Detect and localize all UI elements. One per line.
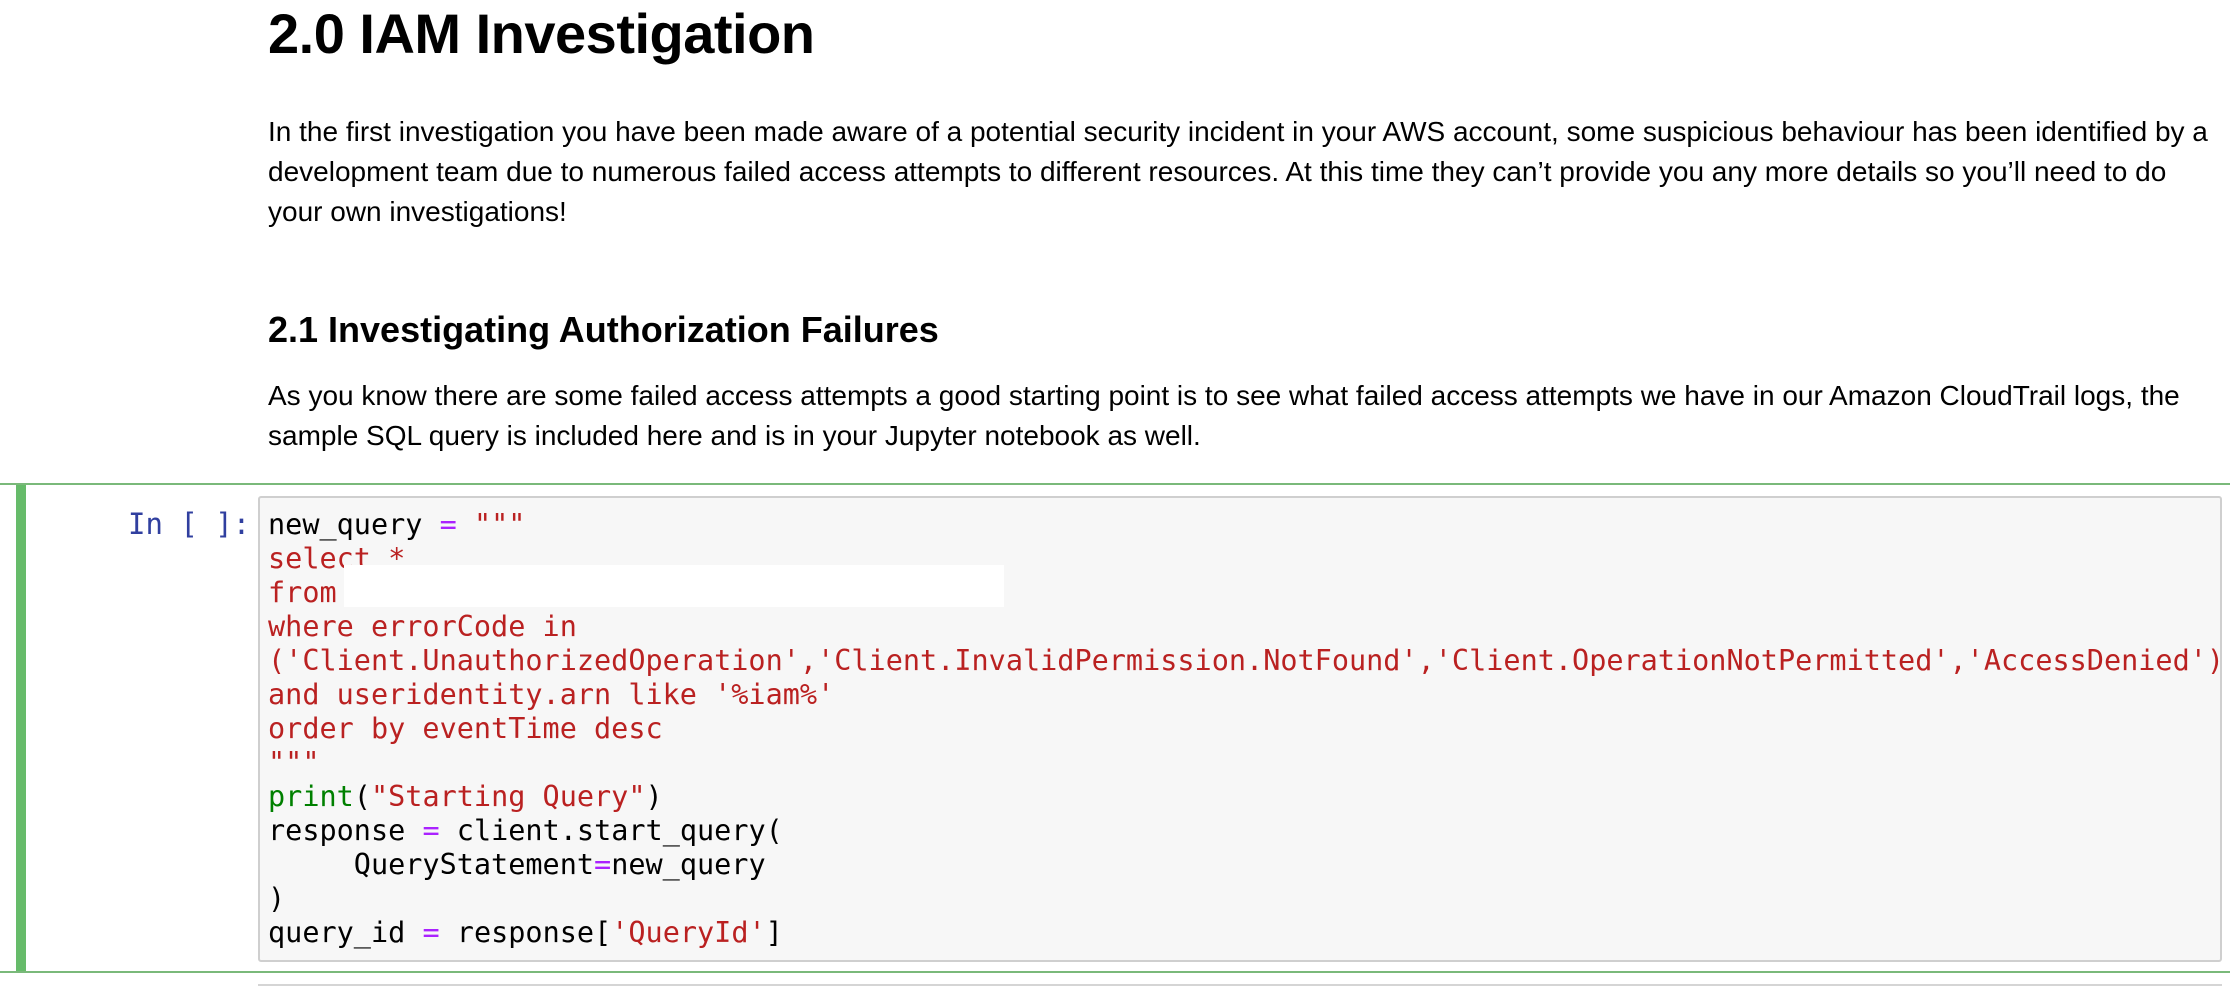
code-token: """ <box>473 508 526 541</box>
code-token: = <box>422 814 440 847</box>
intro-paragraph: In the first investigation you have been… <box>268 116 2208 227</box>
code-token: client.start_query( <box>456 814 783 847</box>
code-token: ( <box>353 780 371 813</box>
code-line: """ <box>268 746 320 779</box>
code-cell[interactable]: In [ ]: new_query = """ select * from where… <box>0 483 2230 973</box>
code-token: "Starting Query" <box>370 780 646 813</box>
code-token: ) <box>645 780 663 813</box>
code-token: 'QueryId' <box>611 916 766 949</box>
subsection-paragraph: As you know there are some failed access… <box>268 380 2180 451</box>
code-token: response[ <box>456 916 612 949</box>
code-line: where errorCode in <box>268 610 577 643</box>
code-line: order by eventTime desc <box>268 712 663 745</box>
section-title: 2.0 IAM Investigation <box>268 2 815 65</box>
cell-selected-indicator <box>16 485 26 971</box>
code-line: print("Starting Query") <box>268 780 2224 814</box>
code-line: QueryStatement=new_query <box>268 848 2224 882</box>
subsection-title: 2.1 Investigating Authorization Failures <box>268 309 939 350</box>
code-line: query_id = response['QueryId'] <box>268 916 2224 950</box>
code-line: ) <box>268 882 286 915</box>
input-prompt: In [ ]: <box>128 507 251 541</box>
code-token: response <box>268 814 406 847</box>
code-token: ] <box>765 916 783 949</box>
code-line: response = client.start_query( <box>268 814 2224 848</box>
code-token: query_id <box>268 916 406 949</box>
code-token: QueryStatement <box>268 848 595 881</box>
code-line: new_query = """ <box>268 508 2224 542</box>
code-token: = <box>594 848 612 881</box>
code-token: print <box>268 780 354 813</box>
redacted-table-name <box>344 565 1004 607</box>
code-line: and useridentity.arn like '%iam%' <box>268 678 835 711</box>
code-token: new_query <box>268 508 423 541</box>
code-token: = <box>439 508 457 541</box>
code-token: = <box>422 916 440 949</box>
next-cell-edge[interactable] <box>258 984 2222 990</box>
code-token: new_query <box>611 848 766 881</box>
code-line: ('Client.UnauthorizedOperation','Client.… <box>268 644 2225 677</box>
